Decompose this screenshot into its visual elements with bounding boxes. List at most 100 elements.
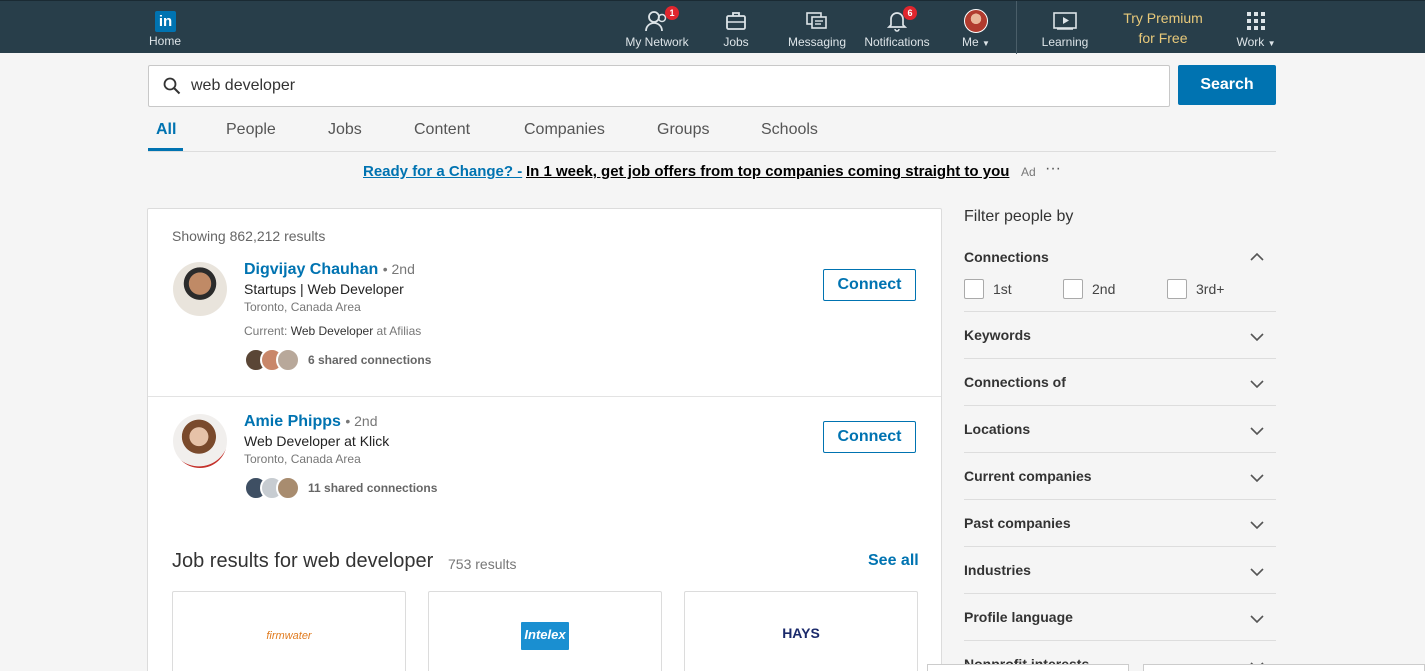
nav-me[interactable]: Me ▼ bbox=[957, 1, 995, 54]
network-badge: 1 bbox=[665, 6, 679, 20]
ad-tag: Ad bbox=[1021, 165, 1036, 179]
job-results-count: 753 results bbox=[448, 556, 517, 572]
nav-label: Work bbox=[1236, 35, 1265, 49]
search-input[interactable] bbox=[191, 75, 1141, 97]
chevron-down-icon bbox=[1250, 469, 1264, 487]
job-card[interactable]: Intelex bbox=[428, 591, 662, 671]
tab-all[interactable]: All bbox=[156, 121, 176, 139]
nav-work[interactable]: Work ▼ bbox=[1234, 1, 1278, 54]
job-results-title: Job results for web developer bbox=[172, 550, 434, 572]
chevron-up-icon[interactable] bbox=[1250, 248, 1264, 266]
shared-connections[interactable]: 6 shared connections bbox=[244, 347, 431, 373]
connect-button[interactable]: Connect bbox=[823, 421, 916, 453]
checkbox-label: 1st bbox=[993, 281, 1012, 297]
search-box[interactable] bbox=[148, 65, 1170, 107]
ad-headline-link[interactable]: Ready for a Change? - bbox=[363, 163, 522, 180]
caret-down-icon: ▼ bbox=[1267, 39, 1276, 48]
filter-section-label: Current companies bbox=[964, 468, 1092, 484]
checkbox[interactable] bbox=[1167, 279, 1187, 299]
filter-profile-language[interactable]: Profile language bbox=[964, 594, 1276, 641]
notifications-badge: 6 bbox=[903, 6, 917, 20]
checkbox-label: 2nd bbox=[1092, 281, 1116, 297]
checkbox[interactable] bbox=[964, 279, 984, 299]
person-location: Toronto, Canada Area bbox=[244, 452, 361, 466]
current-company: at Afilias bbox=[376, 324, 422, 338]
filter-past-companies[interactable]: Past companies bbox=[964, 500, 1276, 547]
chevron-down-icon bbox=[1250, 516, 1264, 534]
nav-my-network[interactable]: 1 My Network bbox=[622, 1, 692, 54]
nav-learning[interactable]: Learning bbox=[1038, 1, 1092, 54]
profile-photo[interactable] bbox=[173, 414, 227, 468]
messaging-icon bbox=[806, 10, 828, 32]
nav-label: Jobs bbox=[723, 35, 749, 49]
nav-label: Me bbox=[962, 35, 979, 49]
search-results-card: Showing 862,212 results Digvijay Chauhan… bbox=[147, 208, 942, 671]
top-navigation-bar: in Home 1 My Network Jobs Messaging 6 No… bbox=[0, 0, 1425, 54]
filter-section-label: Profile language bbox=[964, 609, 1073, 625]
chevron-down-icon bbox=[1250, 563, 1264, 581]
checkbox-1st[interactable]: 1st bbox=[964, 279, 1012, 299]
result-divider bbox=[148, 396, 941, 397]
connect-button[interactable]: Connect bbox=[823, 269, 916, 301]
tab-people[interactable]: People bbox=[226, 121, 276, 139]
filter-keywords[interactable]: Keywords bbox=[964, 312, 1276, 359]
chevron-down-icon bbox=[1250, 610, 1264, 628]
docked-chat-tab[interactable] bbox=[927, 664, 1129, 671]
grid-apps-icon bbox=[1246, 10, 1266, 32]
linkedin-logo-icon[interactable]: in bbox=[155, 11, 176, 32]
shared-connections-text: 11 shared connections bbox=[308, 481, 438, 495]
checkbox[interactable] bbox=[1063, 279, 1083, 299]
checkbox-2nd[interactable]: 2nd bbox=[1063, 279, 1115, 299]
checkbox-3rd-plus[interactable]: 3rd+ bbox=[1167, 279, 1224, 299]
person-name-link[interactable]: Digvijay Chauhan bbox=[244, 261, 378, 278]
people-icon: 1 bbox=[645, 6, 679, 32]
search-button[interactable]: Search bbox=[1178, 65, 1276, 105]
see-all-jobs-link[interactable]: See all bbox=[868, 552, 919, 570]
filter-industries[interactable]: Industries bbox=[964, 547, 1276, 594]
tab-companies[interactable]: Companies bbox=[524, 121, 605, 139]
caret-down-icon: ▼ bbox=[982, 39, 990, 48]
nav-jobs[interactable]: Jobs bbox=[716, 1, 756, 54]
ad-body-link[interactable]: In 1 week, get job offers from top compa… bbox=[526, 163, 1009, 180]
checkbox-label: 3rd+ bbox=[1196, 281, 1225, 297]
filter-panel-title: Filter people by bbox=[964, 208, 1074, 225]
filter-section-label: Keywords bbox=[964, 327, 1031, 343]
nav-divider bbox=[1016, 1, 1017, 54]
person-name-link[interactable]: Amie Phipps bbox=[244, 413, 341, 430]
filter-section-label: Connections of bbox=[964, 374, 1066, 390]
chevron-down-icon bbox=[1250, 375, 1264, 393]
tab-content[interactable]: Content bbox=[414, 121, 470, 139]
try-premium-link[interactable]: Try Premium for Free bbox=[1115, 8, 1211, 48]
more-options-icon[interactable]: ··· bbox=[1045, 160, 1061, 178]
job-card[interactable]: firmwater bbox=[172, 591, 406, 671]
nav-label: Learning bbox=[1041, 35, 1089, 49]
company-logo: firmwater bbox=[266, 630, 312, 642]
shared-avatar bbox=[276, 348, 300, 372]
job-card[interactable]: HAYS bbox=[684, 591, 918, 671]
person-current-position: Current: Web Developer at Afilias bbox=[244, 324, 421, 338]
chevron-down-icon bbox=[1250, 328, 1264, 346]
filter-section-label: Connections bbox=[964, 249, 1049, 265]
filter-locations[interactable]: Locations bbox=[964, 406, 1276, 453]
current-prefix: Current: bbox=[244, 324, 288, 338]
search-icon bbox=[163, 77, 181, 100]
shared-connections[interactable]: 11 shared connections bbox=[244, 475, 437, 501]
tab-jobs[interactable]: Jobs bbox=[328, 121, 362, 139]
nav-notifications[interactable]: 6 Notifications bbox=[860, 1, 934, 54]
company-logo: Intelex bbox=[521, 622, 569, 650]
person-headline: Startups | Web Developer bbox=[244, 281, 404, 297]
person-location: Toronto, Canada Area bbox=[244, 300, 361, 314]
learning-play-icon bbox=[1053, 10, 1077, 32]
search-tabs: All People Jobs Content Companies Groups… bbox=[148, 118, 1276, 152]
filter-connections: Connections 1st 2nd 3rd+ bbox=[964, 240, 1276, 312]
nav-label: Messaging bbox=[787, 35, 847, 49]
filter-connections-of[interactable]: Connections of bbox=[964, 359, 1276, 406]
nav-home-label[interactable]: Home bbox=[149, 34, 181, 48]
nav-messaging[interactable]: Messaging bbox=[786, 1, 848, 54]
docked-messaging-tab[interactable] bbox=[1143, 664, 1425, 671]
filter-current-companies[interactable]: Current companies bbox=[964, 453, 1276, 500]
profile-photo[interactable] bbox=[173, 262, 227, 316]
person-headline: Web Developer at Klick bbox=[244, 433, 390, 449]
tab-schools[interactable]: Schools bbox=[761, 121, 818, 139]
tab-groups[interactable]: Groups bbox=[657, 121, 709, 139]
